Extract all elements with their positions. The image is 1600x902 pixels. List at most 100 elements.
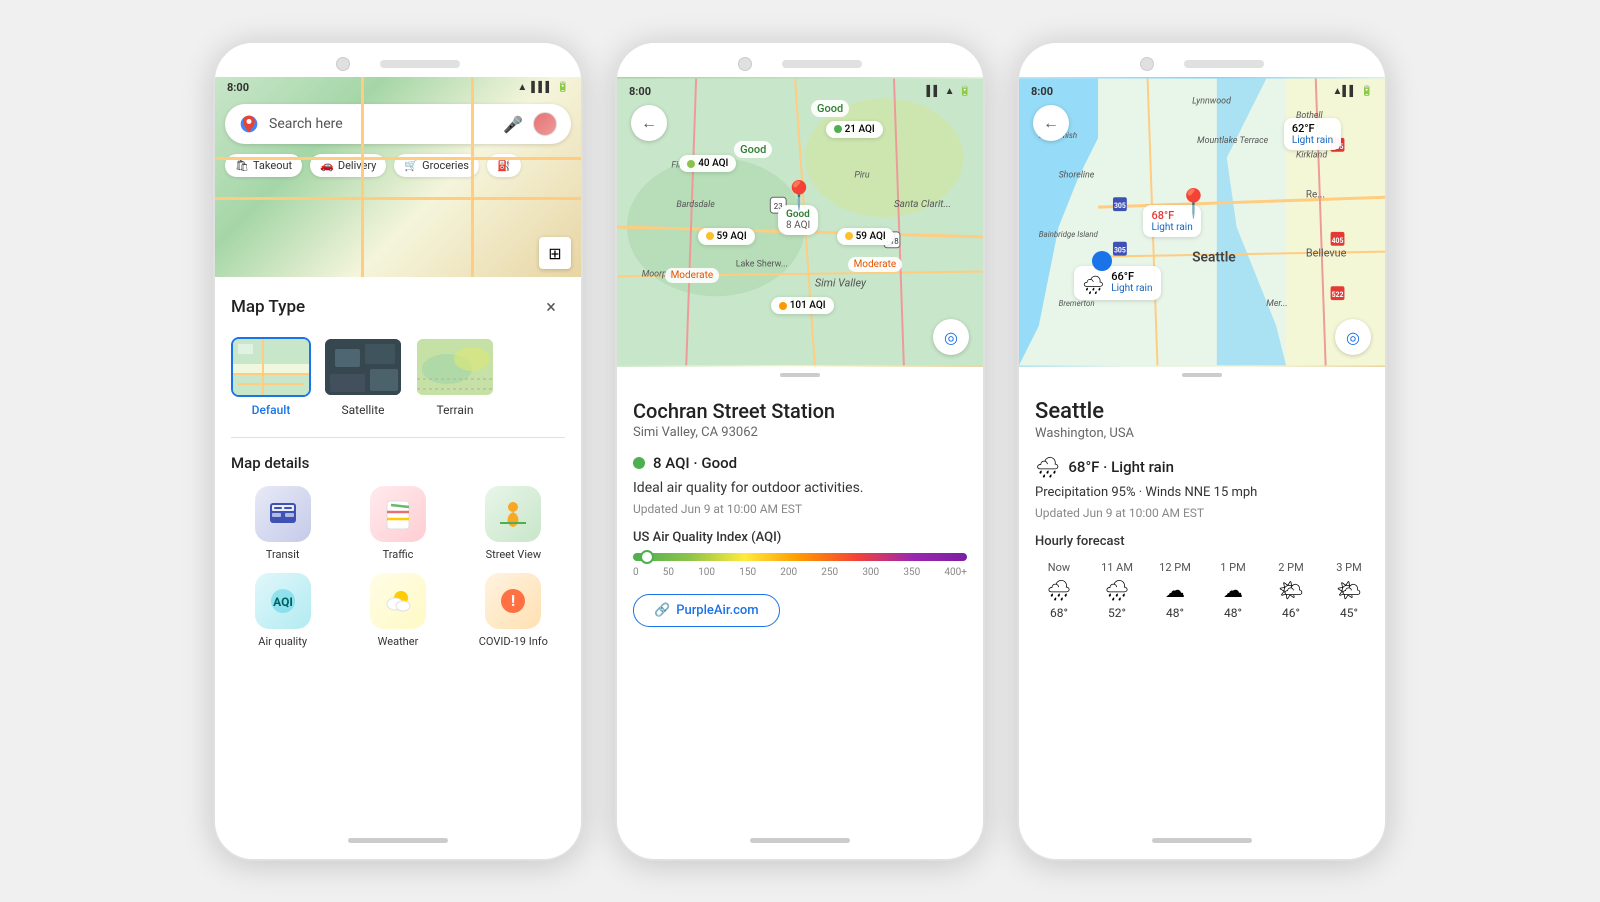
home-bar-2 — [750, 838, 850, 843]
aqi-dot-40 — [687, 160, 695, 168]
phone-1-content: 8:00 ▲ ▌▌▌ 🔋 Search here 🎤 — [215, 77, 581, 828]
phone-1-top — [215, 43, 581, 77]
traffic-icon-bg — [370, 486, 426, 542]
hourly-time: Now — [1048, 561, 1070, 574]
hourly-temp: 48° — [1166, 606, 1184, 620]
back-button-3[interactable]: ← — [1033, 105, 1069, 141]
hourly-forecast-scroll[interactable]: Now 🌧 68° 11 AM 🌧 52° 12 PM ☁ 48° 1 PM ☁… — [1035, 561, 1369, 628]
locate-button-2[interactable]: ◎ — [933, 319, 969, 355]
aqi-dot — [834, 125, 842, 133]
divider — [231, 437, 565, 438]
detail-streetview[interactable]: Street View — [462, 486, 565, 561]
map-type-sheet: Map Type × — [215, 277, 581, 828]
battery-icon: 🔋 — [557, 82, 569, 93]
phone-3-speaker — [1184, 60, 1264, 68]
search-bar[interactable]: Search here 🎤 — [225, 104, 571, 144]
map-type-satellite[interactable]: Satellite — [323, 337, 403, 417]
scale-350: 350 — [903, 567, 920, 578]
hourly-item-2: 12 PM ☁ 48° — [1151, 561, 1199, 620]
map-type-title: Map Type — [231, 297, 305, 317]
aqi-59r-text: 59 AQI — [856, 231, 886, 242]
aqi-dot-101 — [779, 302, 787, 310]
time-display: 8:00 — [227, 81, 249, 94]
scale-150: 150 — [739, 567, 756, 578]
air-quality-map: 23 118 Bardsdale Fillmore Castaic Piru S… — [617, 77, 983, 367]
hourly-weather-icon: 🌧 — [1104, 578, 1129, 602]
phone-3: 305 305 405 405 522 Lynnwood Bothell Suq… — [1017, 41, 1387, 861]
takeout-icon: 🛍 — [235, 159, 249, 172]
svg-text:305: 305 — [1114, 247, 1126, 255]
map-layers-button[interactable]: ⊞ — [539, 237, 571, 269]
hourly-temp: 46° — [1282, 606, 1300, 620]
phone-2-bottom — [617, 828, 983, 859]
detail-covid[interactable]: ! COVID-19 Info — [462, 573, 565, 648]
status-icons-2: ▌▌ ▲ 🔋 — [926, 86, 971, 97]
detail-traffic[interactable]: Traffic — [346, 486, 449, 561]
aqi-badge-21: 21 AQI — [826, 121, 883, 138]
satellite-thumb — [323, 337, 403, 397]
status-icons: ▲ ▌▌▌ 🔋 — [517, 82, 569, 93]
status-icons-3: ▲▌▌ 🔋 — [1332, 86, 1373, 97]
aqi-bar-marker — [640, 550, 654, 564]
locate-button-3[interactable]: ◎ — [1335, 319, 1371, 355]
phone-1-speaker — [380, 60, 460, 68]
city-name: Seattle — [1035, 399, 1369, 424]
hourly-temp: 45° — [1340, 606, 1358, 620]
scroll-indicator-3 — [1019, 367, 1385, 383]
wifi-icon: ▲ — [517, 82, 527, 93]
mic-icon[interactable]: 🎤 — [503, 115, 523, 134]
map-type-default[interactable]: Default — [231, 337, 311, 417]
weather-current-row: 🌧 68°F · Light rain — [1035, 455, 1369, 479]
aqi-value: 8 AQI · Good — [653, 454, 737, 472]
svg-text:Seattle: Seattle — [1192, 250, 1236, 266]
wifi-icon-2: ▲ — [945, 86, 955, 97]
detail-transit[interactable]: Transit — [231, 486, 334, 561]
svg-text:Mer...: Mer... — [1266, 299, 1287, 309]
phone-2: 23 118 Bardsdale Fillmore Castaic Piru S… — [615, 41, 985, 861]
aqi-dot-59r — [845, 232, 853, 240]
external-link-icon: 🔗 — [654, 603, 670, 618]
back-button-2[interactable]: ← — [631, 105, 667, 141]
moderate-badge-r: Moderate — [848, 257, 903, 272]
svg-text:Santa Clarit...: Santa Clarit... — [894, 199, 951, 210]
hourly-item-1: 11 AM 🌧 52° — [1093, 561, 1141, 620]
aqi-badge-59-l: 59 AQI — [698, 228, 755, 245]
purpleair-link[interactable]: 🔗 PurpleAir.com — [633, 594, 780, 627]
hourly-item-0: Now 🌧 68° — [1035, 561, 1083, 620]
detail-weather[interactable]: Weather — [346, 573, 449, 648]
terrain-thumb — [415, 337, 495, 397]
svg-text:!: ! — [511, 591, 515, 610]
hourly-item-3: 1 PM ☁ 48° — [1209, 561, 1257, 620]
hourly-title: Hourly forecast — [1035, 534, 1369, 549]
user-avatar[interactable] — [533, 112, 557, 136]
scroll-bar-2 — [780, 373, 820, 377]
rain-icon: 🌧 — [1035, 455, 1060, 479]
streetview-label: Street View — [486, 548, 542, 561]
scale-50: 50 — [663, 567, 674, 578]
svg-text:Shoreline: Shoreline — [1059, 170, 1095, 180]
aqi-40-text: 40 AQI — [698, 158, 728, 169]
road — [215, 197, 581, 200]
phone-3-camera — [1140, 57, 1154, 71]
seattle-pin: 📍 — [1176, 187, 1211, 220]
good-badge-2: Good — [734, 141, 772, 158]
hourly-weather-icon: 🌤 — [1336, 578, 1361, 602]
search-input[interactable]: Search here — [269, 116, 493, 132]
hourly-time: 12 PM — [1159, 561, 1191, 574]
svg-text:305: 305 — [1114, 202, 1126, 210]
map-preview: 8:00 ▲ ▌▌▌ 🔋 Search here 🎤 — [215, 77, 581, 277]
weather-label: Weather — [378, 635, 419, 648]
weather-updated: Updated Jun 9 at 10:00 AM EST — [1035, 506, 1369, 520]
detail-airquality[interactable]: AQI Air quality — [231, 573, 334, 648]
close-button[interactable]: × — [537, 293, 565, 321]
traffic-label: Traffic — [383, 548, 414, 561]
svg-text:Bellevue: Bellevue — [1306, 247, 1347, 260]
transit-label: Transit — [266, 548, 300, 561]
hourly-time: 3 PM — [1336, 561, 1361, 574]
status-bar-1: 8:00 ▲ ▌▌▌ 🔋 — [215, 77, 581, 98]
map-type-terrain[interactable]: Terrain — [415, 337, 495, 417]
map-type-grid: Default — [231, 337, 565, 417]
aqi-badge-101: 101 AQI — [771, 297, 834, 314]
phone-1-bottom — [215, 828, 581, 859]
phone-1-camera — [336, 57, 350, 71]
